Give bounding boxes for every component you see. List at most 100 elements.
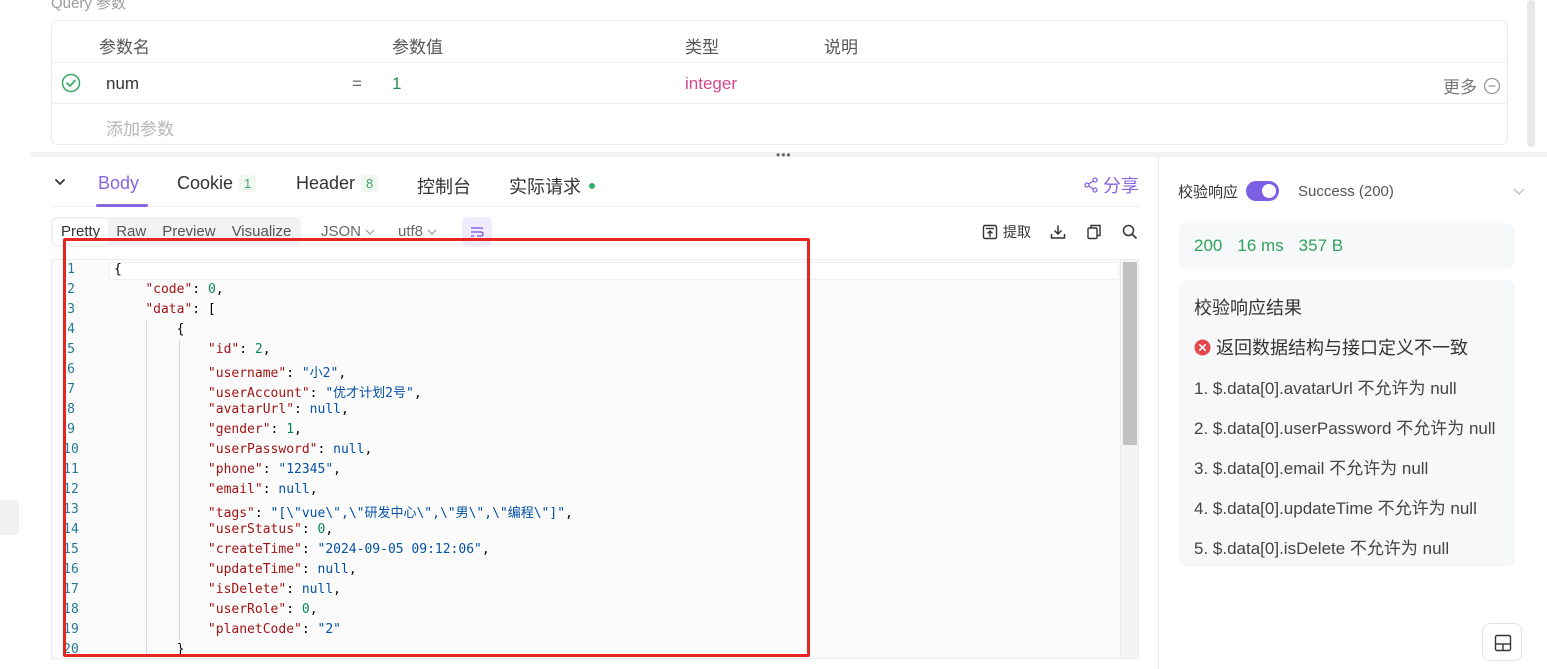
tab-console[interactable]: 控制台 (417, 173, 471, 199)
param-type[interactable]: integer (685, 74, 737, 94)
add-param-row[interactable]: 添加参数 (52, 104, 1507, 145)
code-token: "2024-09-05 09:12:06" (317, 542, 482, 557)
line-number: 9 (67, 422, 75, 437)
param-name[interactable]: num (106, 74, 139, 94)
code-token: "createTime" (207, 542, 302, 557)
code-token: "phone" (207, 462, 263, 477)
status-code: 200 (1194, 236, 1223, 255)
search-icon[interactable] (1121, 223, 1139, 241)
tab-actual-request[interactable]: 实际请求 (509, 173, 595, 199)
code-token: "data" (145, 302, 193, 317)
chevron-down-icon (427, 229, 437, 235)
active-tab-indicator (96, 204, 148, 207)
view-mode-switch: Pretty Raw Preview Visualize (51, 217, 302, 247)
response-panel: Body Cookie 1 Header 8 控制台 实际请求 分享 Prett… (31, 157, 1159, 669)
encoding-select[interactable]: utf8 (398, 223, 437, 240)
validation-error-item: 4. $.data[0].updateTime 不允许为 null (1194, 499, 1477, 518)
code-token: , (338, 366, 347, 381)
left-panel-handle[interactable] (0, 500, 19, 535)
extract-label: 提取 (1003, 224, 1031, 240)
view-mode-preview[interactable]: Preview (154, 219, 223, 245)
code-token: "avatarUrl" (207, 402, 295, 417)
encoding-select-value: utf8 (398, 223, 424, 240)
params-table: 参数名 参数值 类型 说明 num = 1 integer 更多 添加参数 (51, 20, 1508, 145)
tab-actual-request-label: 实际请求 (509, 177, 581, 197)
validate-response-toggle[interactable] (1246, 181, 1280, 201)
code-token: : (301, 522, 318, 537)
param-value[interactable]: 1 (392, 74, 401, 94)
chevron-down-icon[interactable] (1513, 185, 1525, 197)
code-token: : (262, 482, 279, 497)
column-header-name: 参数名 (99, 38, 150, 57)
param-enabled-check-icon[interactable] (61, 73, 81, 93)
line-number: 3 (67, 302, 75, 317)
error-icon (1194, 339, 1211, 355)
column-header-type: 类型 (685, 38, 719, 57)
validation-header: 校验响应 Success (200) (1178, 179, 1525, 203)
column-header-desc: 说明 (824, 38, 858, 57)
code-token: , (333, 582, 341, 597)
body-toolbar: Pretty Raw Preview Visualize JSON utf8 提… (51, 217, 1139, 251)
response-time: 16 ms (1237, 236, 1284, 255)
line-number: 19 (63, 622, 79, 637)
share-icon (1084, 177, 1098, 193)
view-mode-visualize[interactable]: Visualize (224, 219, 300, 245)
code-token: : (239, 342, 255, 357)
params-table-header: 参数名 参数值 类型 说明 (52, 21, 1507, 63)
editor-scrollbar-thumb[interactable] (1123, 262, 1137, 445)
code-line: "userPassword": null, (114, 442, 372, 457)
validation-status-select[interactable]: Success (200) (1298, 183, 1394, 200)
code-line: "userStatus": 0, (114, 522, 333, 537)
code-line: "userAccount": "优才计划2号", (114, 382, 422, 401)
code-line: "username": "小2", (114, 362, 346, 381)
code-line: "avatarUrl": null, (114, 402, 349, 417)
response-body-editor[interactable]: 1 2 3 4 5 6 7 8 9 10 11 12 13 14 15 16 17 18 19 20 { "code"… (51, 259, 1139, 659)
extract-button[interactable]: 提取 (981, 222, 1031, 242)
code-token: , (294, 422, 302, 437)
code-token: , (364, 442, 373, 457)
collapse-chevron-icon[interactable] (53, 175, 67, 189)
validation-error-summary: 返回数据结构与接口定义不一致 (1194, 334, 1468, 360)
code-line: "tags": "[\"vue\",\"研发中心\",\"男\",\"编程\"]… (114, 502, 573, 521)
word-wrap-button[interactable] (462, 217, 492, 247)
top-scrollbar[interactable] (1527, 0, 1535, 147)
code-token: : (286, 582, 302, 597)
remove-param-icon[interactable] (1483, 77, 1501, 95)
code-token: , (481, 542, 490, 557)
code-token: , (325, 522, 334, 537)
editor-scrollbar[interactable] (1120, 260, 1138, 658)
format-select[interactable]: JSON (321, 223, 375, 240)
response-size: 357 B (1298, 236, 1344, 255)
code-line: { (114, 262, 122, 277)
code-line: "isDelete": null, (114, 582, 341, 597)
copy-icon[interactable] (1085, 223, 1103, 241)
code-token: : (301, 562, 318, 577)
view-mode-raw[interactable]: Raw (108, 219, 154, 245)
add-param-placeholder[interactable]: 添加参数 (106, 115, 174, 140)
code-line: "id": 2, (114, 342, 271, 357)
query-params-section: Query 参数 参数名 参数值 类型 说明 num = 1 integer 更… (31, 0, 1547, 152)
status-dot-icon (589, 183, 595, 189)
app-window: Query 参数 参数名 参数值 类型 说明 num = 1 integer 更… (0, 0, 1547, 669)
code-token: } (176, 642, 185, 657)
code-token: { (114, 262, 122, 277)
tab-header[interactable]: Header 8 (296, 173, 379, 194)
code-line: "code": 0, (114, 282, 223, 297)
download-icon[interactable] (1049, 223, 1067, 241)
view-mode-pretty[interactable]: Pretty (53, 219, 109, 245)
param-operator: = (352, 74, 362, 93)
layout-toggle-button[interactable] (1482, 623, 1522, 661)
share-button[interactable]: 分享 (1083, 172, 1139, 198)
line-number: 16 (63, 562, 79, 577)
code-token: 0 (207, 282, 216, 297)
code-line: "createTime": "2024-09-05 09:12:06", (114, 542, 490, 557)
code-token: null (301, 582, 334, 597)
param-more-button[interactable]: 更多 (1443, 73, 1477, 98)
validate-response-label: 校验响应 (1178, 183, 1239, 201)
tab-console-label: 控制台 (417, 177, 471, 197)
tab-body[interactable]: Body (98, 173, 139, 194)
code-line: "planetCode": "2" (114, 622, 341, 637)
current-line-highlight (109, 262, 1119, 280)
tab-cookie[interactable]: Cookie 1 (177, 173, 257, 194)
code-token: 0 (301, 602, 310, 617)
